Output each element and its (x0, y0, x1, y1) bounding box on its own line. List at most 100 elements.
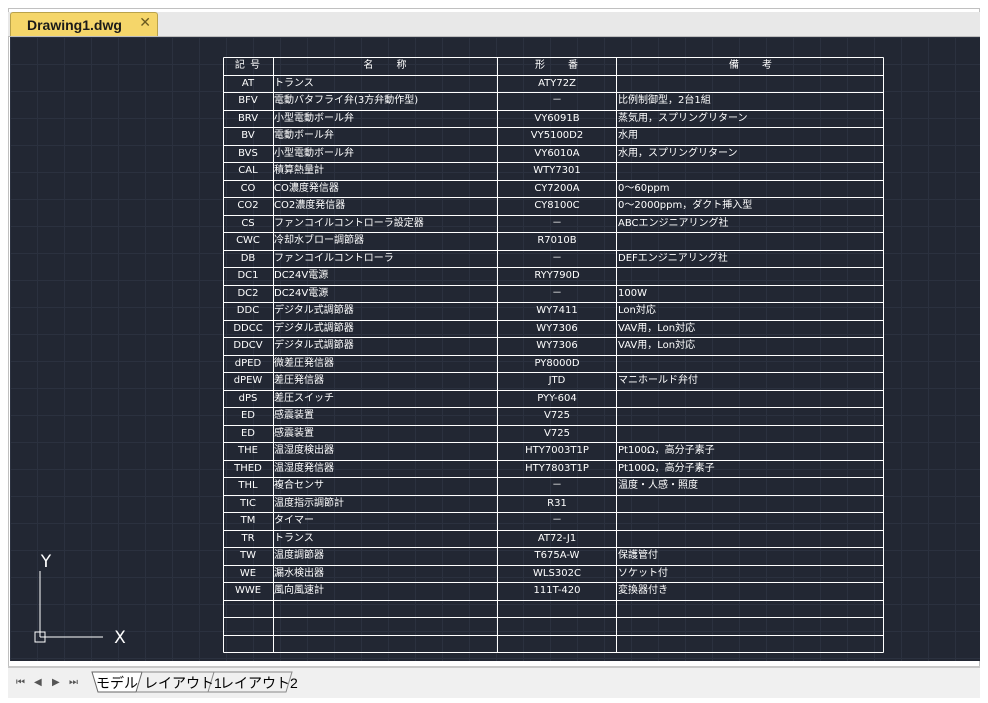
cell-name: 電動ボール弁 (274, 130, 334, 141)
cell-name: 感震装置 (274, 428, 314, 439)
cell-model: ATY72Z (538, 78, 576, 89)
tab-model[interactable]: モデル (96, 673, 138, 693)
header-code: 記 号 (234, 60, 262, 71)
cell-name: 差圧発信器 (274, 375, 324, 386)
cell-name: タイマー (274, 515, 314, 526)
header-note: 備 考 (729, 60, 773, 71)
cell-code: TM (240, 515, 256, 526)
cell-note: 温度・人感・照度 (618, 480, 698, 491)
cell-note: Pt100Ω，高分子素子 (618, 463, 715, 474)
cell-model: T675A-W (534, 550, 580, 561)
tab-layout1[interactable]: レイアウト1 (144, 673, 222, 693)
cell-code: TIC (239, 498, 257, 509)
cell-note (618, 407, 880, 424)
cell-code: BFV (238, 95, 258, 106)
last-layout-button[interactable]: ⏭ (69, 677, 78, 688)
header-model: 形 番 (535, 60, 579, 71)
cell-note: VAV用，Lon対応 (618, 340, 696, 351)
next-layout-button[interactable]: ▶ (52, 677, 60, 688)
cell-code: THL (238, 480, 258, 491)
document-tab-title: Drawing1.dwg (27, 17, 122, 33)
cell-note: 水用，スプリングリターン (618, 148, 738, 159)
cell-code (223, 600, 273, 617)
cell-model: JTD (548, 375, 566, 386)
cell-note: 0～2000ppm，ダクト挿入型 (618, 200, 753, 211)
close-icon[interactable]: ✕ (139, 15, 151, 31)
cell-code: THED (234, 463, 262, 474)
cell-code: dPS (238, 393, 258, 404)
layout-tab-bar: ⏮ ◀ ▶ ⏭ モデル レイアウト1 レイアウト2 (8, 666, 980, 698)
cell-code: THE (238, 445, 258, 456)
cell-code: WWE (234, 585, 262, 596)
cell-model: WTY7301 (533, 165, 581, 176)
cell-model: VY6010A (534, 148, 580, 159)
cell-code: CS (241, 218, 255, 229)
cell-name: 温湿度発信器 (274, 463, 334, 474)
equipment-schedule-table[interactable]: 記 号 名 称 形 番 備 考 AT トランス ATY72Z BFV 電動バタフライ弁(… (223, 57, 884, 653)
cell-code: BVS (238, 148, 258, 159)
cell-note (618, 232, 880, 249)
cell-note (618, 512, 880, 529)
cell-name (274, 617, 496, 634)
cell-code: DC2 (237, 288, 259, 299)
cell-note: DEFエンジニアリング社 (618, 253, 728, 264)
cell-note (618, 75, 880, 92)
first-layout-button[interactable]: ⏮ (16, 677, 25, 688)
tab-layout2[interactable]: レイアウト2 (220, 673, 298, 693)
cell-name: ファンコイルコントローラ設定器 (274, 218, 424, 229)
cell-code: CAL (238, 165, 258, 176)
cell-name: 小型電動ボール弁 (274, 148, 354, 159)
ucs-x-label: X (114, 628, 126, 648)
cell-note: VAV用，Lon対応 (618, 323, 696, 334)
cell-model: － (552, 218, 562, 229)
cell-note (618, 530, 880, 547)
document-tab-bar: Drawing1.dwg ✕ (8, 12, 980, 37)
cell-name (274, 635, 496, 652)
cell-note: マニホールド弁付 (618, 375, 698, 386)
prev-layout-button[interactable]: ◀ (34, 677, 42, 688)
cell-model: AT72-J1 (537, 533, 577, 544)
cell-code: DDCV (233, 340, 263, 351)
cell-name: ファンコイルコントローラ (274, 253, 394, 264)
cell-model: 111T-420 (533, 585, 581, 596)
cell-note (618, 425, 880, 442)
cell-model (498, 635, 616, 652)
cell-code: DDCC (233, 323, 263, 334)
cell-note (618, 495, 880, 512)
cell-name: 温度調節器 (274, 550, 324, 561)
cell-code: ED (240, 428, 256, 439)
header-name: 名 称 (363, 60, 408, 71)
cell-note: Pt100Ω，高分子素子 (618, 445, 715, 456)
cell-code: BV (241, 130, 255, 141)
cell-note (618, 617, 880, 634)
drawing-canvas[interactable]: Y X 記 号 名 称 形 番 備 考 AT トランス ATY72Z BFV 電動バタフ… (10, 37, 980, 661)
cell-model: HTY7803T1P (525, 463, 589, 474)
cell-code: dPED (234, 358, 262, 369)
cell-name: 微差圧発信器 (274, 358, 334, 369)
cell-name: 冷却水ブロー調節器 (274, 235, 364, 246)
cell-name: 差圧スイッチ (274, 393, 334, 404)
cell-model: WLS302C (533, 568, 581, 579)
cell-name: 漏水検出器 (274, 568, 324, 579)
cell-code: AT (241, 78, 255, 89)
ucs-icon: Y X (34, 552, 126, 648)
cell-note (618, 162, 880, 179)
cell-model: PY8000D (534, 358, 580, 369)
cell-code: dPEW (233, 375, 263, 386)
cell-model: R31 (547, 498, 567, 509)
cell-note: 水用 (618, 130, 638, 141)
cell-name: 複合センサ (274, 480, 324, 491)
cell-model: R7010B (537, 235, 577, 246)
cell-model: VY6091B (534, 113, 580, 124)
cell-model (498, 617, 616, 634)
cell-code: WE (239, 568, 257, 579)
cell-note: 0～60ppm (618, 183, 670, 194)
cell-note (618, 355, 880, 372)
document-tab[interactable]: Drawing1.dwg ✕ (10, 12, 158, 36)
cell-model: RYY790D (534, 270, 580, 281)
cell-name: デジタル式調節器 (274, 305, 354, 316)
cell-model: WY7306 (536, 323, 578, 334)
cell-code: TW (240, 550, 256, 561)
cell-model: WY7306 (536, 340, 578, 351)
cell-code (223, 635, 273, 652)
